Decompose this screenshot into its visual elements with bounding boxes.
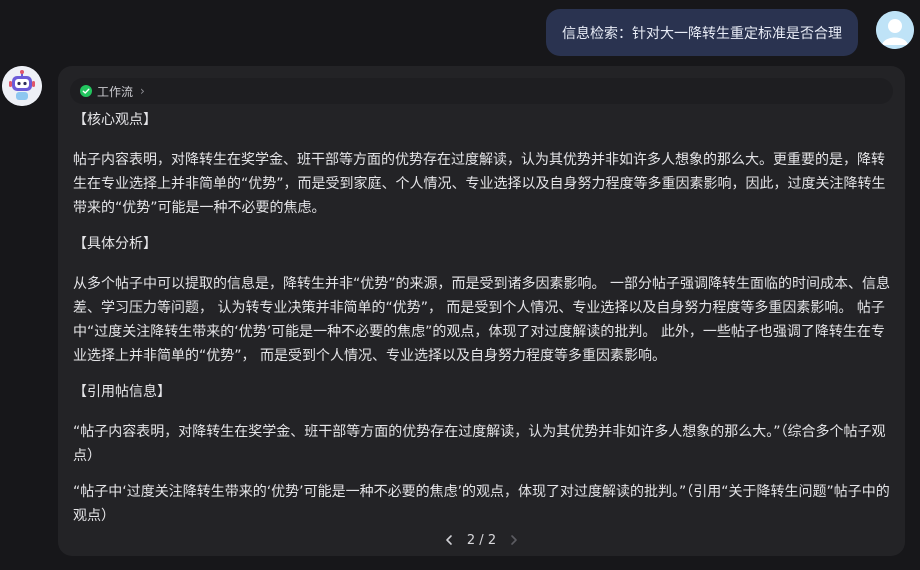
chat-page: 信息检索：针对大一降转生重定标准是否合理 工作流 › 【核心观点】 帖子内容表明… <box>0 0 920 570</box>
analysis-heading: 【具体分析】 <box>73 236 157 252</box>
citation-heading: 【引用帖信息】 <box>73 384 171 400</box>
check-circle-icon <box>80 85 92 97</box>
user-avatar[interactable] <box>876 11 914 49</box>
chevron-left-icon <box>446 535 452 545</box>
chevron-right-icon: › <box>140 84 145 98</box>
user-message-bubble: 信息检索：针对大一降转生重定标准是否合理 <box>546 9 858 56</box>
user-avatar-icon <box>876 11 914 49</box>
core-text: 帖子内容表明，对降转生在奖学金、班干部等方面的优势存在过度解读，认为其优势并非如… <box>73 152 886 216</box>
citation-item: “帖子内容表明，对降转生在奖学金、班干部等方面的优势存在过度解读，认为其优势并非… <box>73 424 886 464</box>
chevron-right-icon <box>511 535 517 545</box>
workflow-label: 工作流 <box>97 84 134 99</box>
robot-icon <box>2 66 42 106</box>
page-indicator: 2 / 2 <box>466 532 497 548</box>
bot-avatar <box>2 66 42 106</box>
assistant-response-card: 工作流 › 【核心观点】 帖子内容表明，对降转生在奖学金、班干部等方面的优势存在… <box>58 66 905 556</box>
answer-pager: 2 / 2 <box>58 532 905 548</box>
core-heading: 【核心观点】 <box>73 112 157 128</box>
next-page-button[interactable] <box>506 532 522 548</box>
analysis-text: 从多个帖子中可以提取的信息是，降转生并非“优势”的来源，而是受到诸多因素影响。 … <box>73 276 890 364</box>
citation-item: “帖子中‘过度关注降转生带来的‘优势’可能是一种不必要的焦虑’的观点，体现了对过… <box>73 484 890 524</box>
workflow-status-bar[interactable]: 工作流 › <box>70 78 893 104</box>
user-message-text: 信息检索：针对大一降转生重定标准是否合理 <box>562 25 842 42</box>
previous-page-button[interactable] <box>441 532 457 548</box>
response-content: 【核心观点】 帖子内容表明，对降转生在奖学金、班干部等方面的优势存在过度解读，认… <box>73 108 891 528</box>
